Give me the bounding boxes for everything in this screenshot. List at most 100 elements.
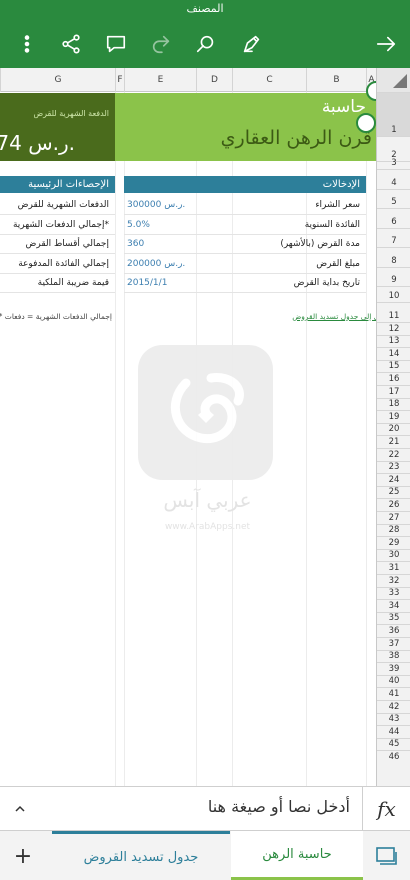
row-header-cell[interactable]: 40 <box>377 674 410 688</box>
row-header-cell[interactable]: 42 <box>377 700 410 713</box>
column-header: G F E D C B A <box>0 68 376 92</box>
row-header-cell[interactable]: 7 <box>377 228 410 247</box>
row-header-cell[interactable]: 17 <box>377 385 410 398</box>
watermark-logo-icon <box>138 345 273 480</box>
tab-mortgage-calculator[interactable]: حاسبة الرهن <box>231 831 363 880</box>
back-arrow-icon[interactable] <box>372 30 400 58</box>
input-value: 200000 ر.س. <box>127 259 186 269</box>
stats-header[interactable]: الإحصاءات الرئيسية <box>0 176 115 193</box>
row-header-cell[interactable]: 10 <box>377 286 410 302</box>
function-fx-button[interactable]: fx <box>362 787 410 831</box>
input-label: سعر الشراء <box>315 200 360 210</box>
row-header-cell[interactable]: 27 <box>377 511 410 524</box>
row-header-cell[interactable]: 5 <box>377 189 410 208</box>
stats-row[interactable]: إجمالي أقساط القرض <box>0 235 115 254</box>
stats-row[interactable]: قيمة ضريبة الملكية <box>0 274 115 293</box>
row-header-cell[interactable]: 36 <box>377 624 410 637</box>
redo-icon[interactable] <box>147 30 175 58</box>
formula-input[interactable]: أدخل نصا أو صيغة هنا <box>208 797 350 816</box>
menu-dots-icon[interactable] <box>13 30 41 58</box>
input-row[interactable]: سعر الشراء 300000 ر.س. <box>124 196 366 215</box>
row-header-cell[interactable]: 31 <box>377 561 410 574</box>
input-row[interactable]: مبلغ القرض 200000 ر.س. <box>124 255 366 274</box>
row-header-cell[interactable]: 25 <box>377 485 410 499</box>
tab-loan-schedule[interactable]: جدول تسديد القروض <box>52 831 230 880</box>
row-header-cell[interactable]: 30 <box>377 548 410 562</box>
expand-chevron-icon[interactable] <box>10 799 30 819</box>
input-value: 360 <box>127 239 145 249</box>
row-header-cell[interactable]: 28 <box>377 523 410 537</box>
row-header-cell[interactable]: 26 <box>377 498 410 511</box>
row-header-cell[interactable]: 43 <box>377 712 410 726</box>
input-label: مبلغ القرض <box>316 259 360 269</box>
selection-handle-bottom[interactable] <box>356 113 376 133</box>
row-header-cell[interactable]: 45 <box>377 737 410 751</box>
share-icon[interactable] <box>57 30 85 58</box>
title-banner[interactable]: حاسبة قرن الرهن العقاري <box>115 93 376 161</box>
stats-label: قيمة ضريبة الملكية <box>37 278 109 288</box>
row-header-cell[interactable]: 38 <box>377 649 410 663</box>
row-header-cell[interactable]: 8 <box>377 247 410 267</box>
row-header-cell[interactable]: 19 <box>377 410 410 423</box>
stats-label: الدفعات الشهرية للقرض <box>17 200 109 210</box>
calculator-subtitle: قرن الرهن العقاري <box>220 127 372 149</box>
input-row[interactable]: مدة القرض (بالأشهر) 360 <box>124 235 366 254</box>
row-header-cell[interactable]: 24 <box>377 473 410 486</box>
stats-label: إجمالي أقساط القرض <box>25 239 109 249</box>
add-sheet-button[interactable]: + <box>0 831 46 880</box>
spreadsheet-grid[interactable]: G F E D C B A الدفعة الشهرية للقرض 1074 … <box>0 68 410 786</box>
row-header-cell[interactable]: 39 <box>377 662 410 675</box>
row-header-cell[interactable]: 29 <box>377 536 410 549</box>
monthly-payment-label: الدفعة الشهرية للقرض <box>33 109 109 118</box>
comment-icon[interactable] <box>102 30 130 58</box>
stats-row[interactable]: إجمالي الفائدة المدفوعة <box>0 255 115 274</box>
row-header-cell[interactable]: 9 <box>377 267 410 286</box>
sheet-list-icon[interactable] <box>364 831 410 880</box>
row-header-cell[interactable]: 33 <box>377 586 410 600</box>
stats-row[interactable]: الدفعات الشهرية للقرض <box>0 196 115 215</box>
row-header-cell[interactable]: 13 <box>377 334 410 348</box>
row-header-cell[interactable]: 23 <box>377 460 410 474</box>
row-header-cell[interactable]: 11 <box>377 302 410 322</box>
column-header-f[interactable]: F <box>115 68 124 92</box>
row-header-cell[interactable]: 18 <box>377 397 410 411</box>
row-header-cell[interactable]: 34 <box>377 599 410 612</box>
column-header-d[interactable]: D <box>196 68 232 92</box>
row-header-cell[interactable]: 1 <box>377 92 410 136</box>
input-value: 2015/1/1 <box>127 278 168 288</box>
row-header-cell[interactable]: 32 <box>377 574 410 587</box>
input-label: تاريخ بداية القرض <box>293 278 360 288</box>
inputs-header[interactable]: الإدخالات <box>124 176 366 193</box>
select-all-corner[interactable] <box>377 68 410 92</box>
row-header-cell[interactable]: 16 <box>377 372 410 385</box>
input-value: 5.0% <box>127 220 150 230</box>
row-header-cell[interactable]: 6 <box>377 208 410 228</box>
row-header-cell[interactable]: 4 <box>377 169 410 189</box>
column-header-b[interactable]: B <box>306 68 366 92</box>
monthly-payment-banner[interactable]: الدفعة الشهرية للقرض 1074 ر.س. <box>0 93 115 161</box>
row-header-cell[interactable]: 12 <box>377 322 410 335</box>
search-icon[interactable] <box>192 30 220 58</box>
row-header-cell[interactable]: 15 <box>377 359 410 373</box>
row-header-cell[interactable]: 14 <box>377 347 410 360</box>
row-header-cell[interactable]: 44 <box>377 725 410 738</box>
row-header-cell[interactable]: 3 <box>377 158 410 169</box>
column-header-e[interactable]: E <box>124 68 196 92</box>
input-row[interactable]: الفائدة السنوية 5.0% <box>124 216 366 235</box>
edit-pen-icon[interactable] <box>238 30 266 58</box>
column-header-c[interactable]: C <box>232 68 306 92</box>
row-header-cell[interactable]: 35 <box>377 611 410 625</box>
watermark-url: www.ArabApps.net <box>164 522 251 532</box>
row-header-cell[interactable]: 22 <box>377 448 410 461</box>
row-header-cell[interactable]: 21 <box>377 435 410 448</box>
gridline <box>115 92 116 786</box>
row-header-cell[interactable]: 20 <box>377 422 410 436</box>
row-header-cell[interactable]: 46 <box>377 750 410 763</box>
input-row[interactable]: تاريخ بداية القرض 2015/1/1 <box>124 274 366 293</box>
stats-row[interactable]: إجمالي الدفعات الشهرية* <box>0 216 115 235</box>
input-label: الفائدة السنوية <box>304 220 360 230</box>
row-header-cell[interactable]: 41 <box>377 687 410 700</box>
column-header-g[interactable]: G <box>0 68 115 92</box>
row-header-cell[interactable]: 37 <box>377 637 410 650</box>
input-label: مدة القرض (بالأشهر) <box>280 239 360 249</box>
